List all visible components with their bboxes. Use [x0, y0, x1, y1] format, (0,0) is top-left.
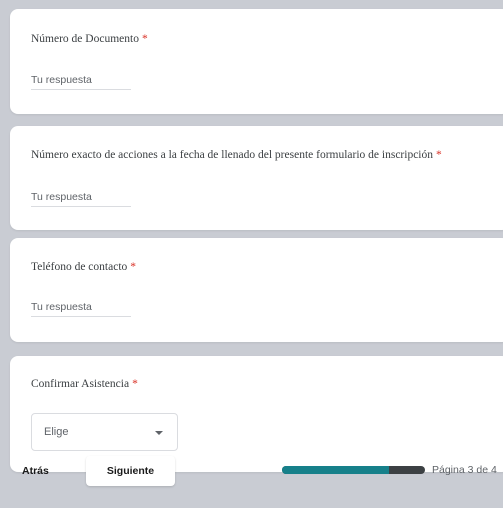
required-asterisk: *	[436, 149, 442, 161]
attendance-select[interactable]: Elige	[31, 413, 178, 451]
required-asterisk: *	[132, 378, 138, 390]
document-number-input[interactable]: Tu respuesta	[31, 74, 131, 90]
question-label: Número exacto de acciones a la fecha de …	[31, 149, 434, 161]
phone-input[interactable]: Tu respuesta	[31, 301, 131, 317]
progress-bar	[282, 466, 425, 474]
caret-down-icon	[155, 431, 163, 435]
question-title: Confirmar Asistencia *	[31, 378, 138, 390]
question-card-attendance: Confirmar Asistencia * Elige	[10, 356, 503, 472]
question-label: Número de Documento	[31, 33, 139, 45]
page-indicator: Página 3 de 4	[432, 464, 497, 476]
progress-fill	[282, 466, 390, 474]
next-button-label: Siguiente	[106, 465, 155, 477]
shares-input[interactable]: Tu respuesta	[31, 191, 131, 207]
question-title: Teléfono de contacto *	[31, 261, 136, 273]
question-title: Número exacto de acciones a la fecha de …	[31, 149, 442, 161]
question-card-shares: Número exacto de acciones a la fecha de …	[10, 126, 503, 230]
question-card-phone: Teléfono de contacto * Tu respuesta	[10, 238, 503, 342]
question-title: Número de Documento *	[31, 33, 148, 45]
question-label: Confirmar Asistencia	[31, 378, 130, 390]
required-asterisk: *	[141, 33, 148, 45]
required-asterisk: *	[130, 261, 137, 273]
next-button[interactable]: Siguiente	[86, 456, 175, 486]
question-label: Teléfono de contacto	[31, 261, 128, 273]
back-button[interactable]: Atrás	[22, 465, 49, 477]
select-value: Elige	[44, 426, 69, 438]
question-card-document-number: Número de Documento * Tu respuesta	[10, 9, 503, 114]
